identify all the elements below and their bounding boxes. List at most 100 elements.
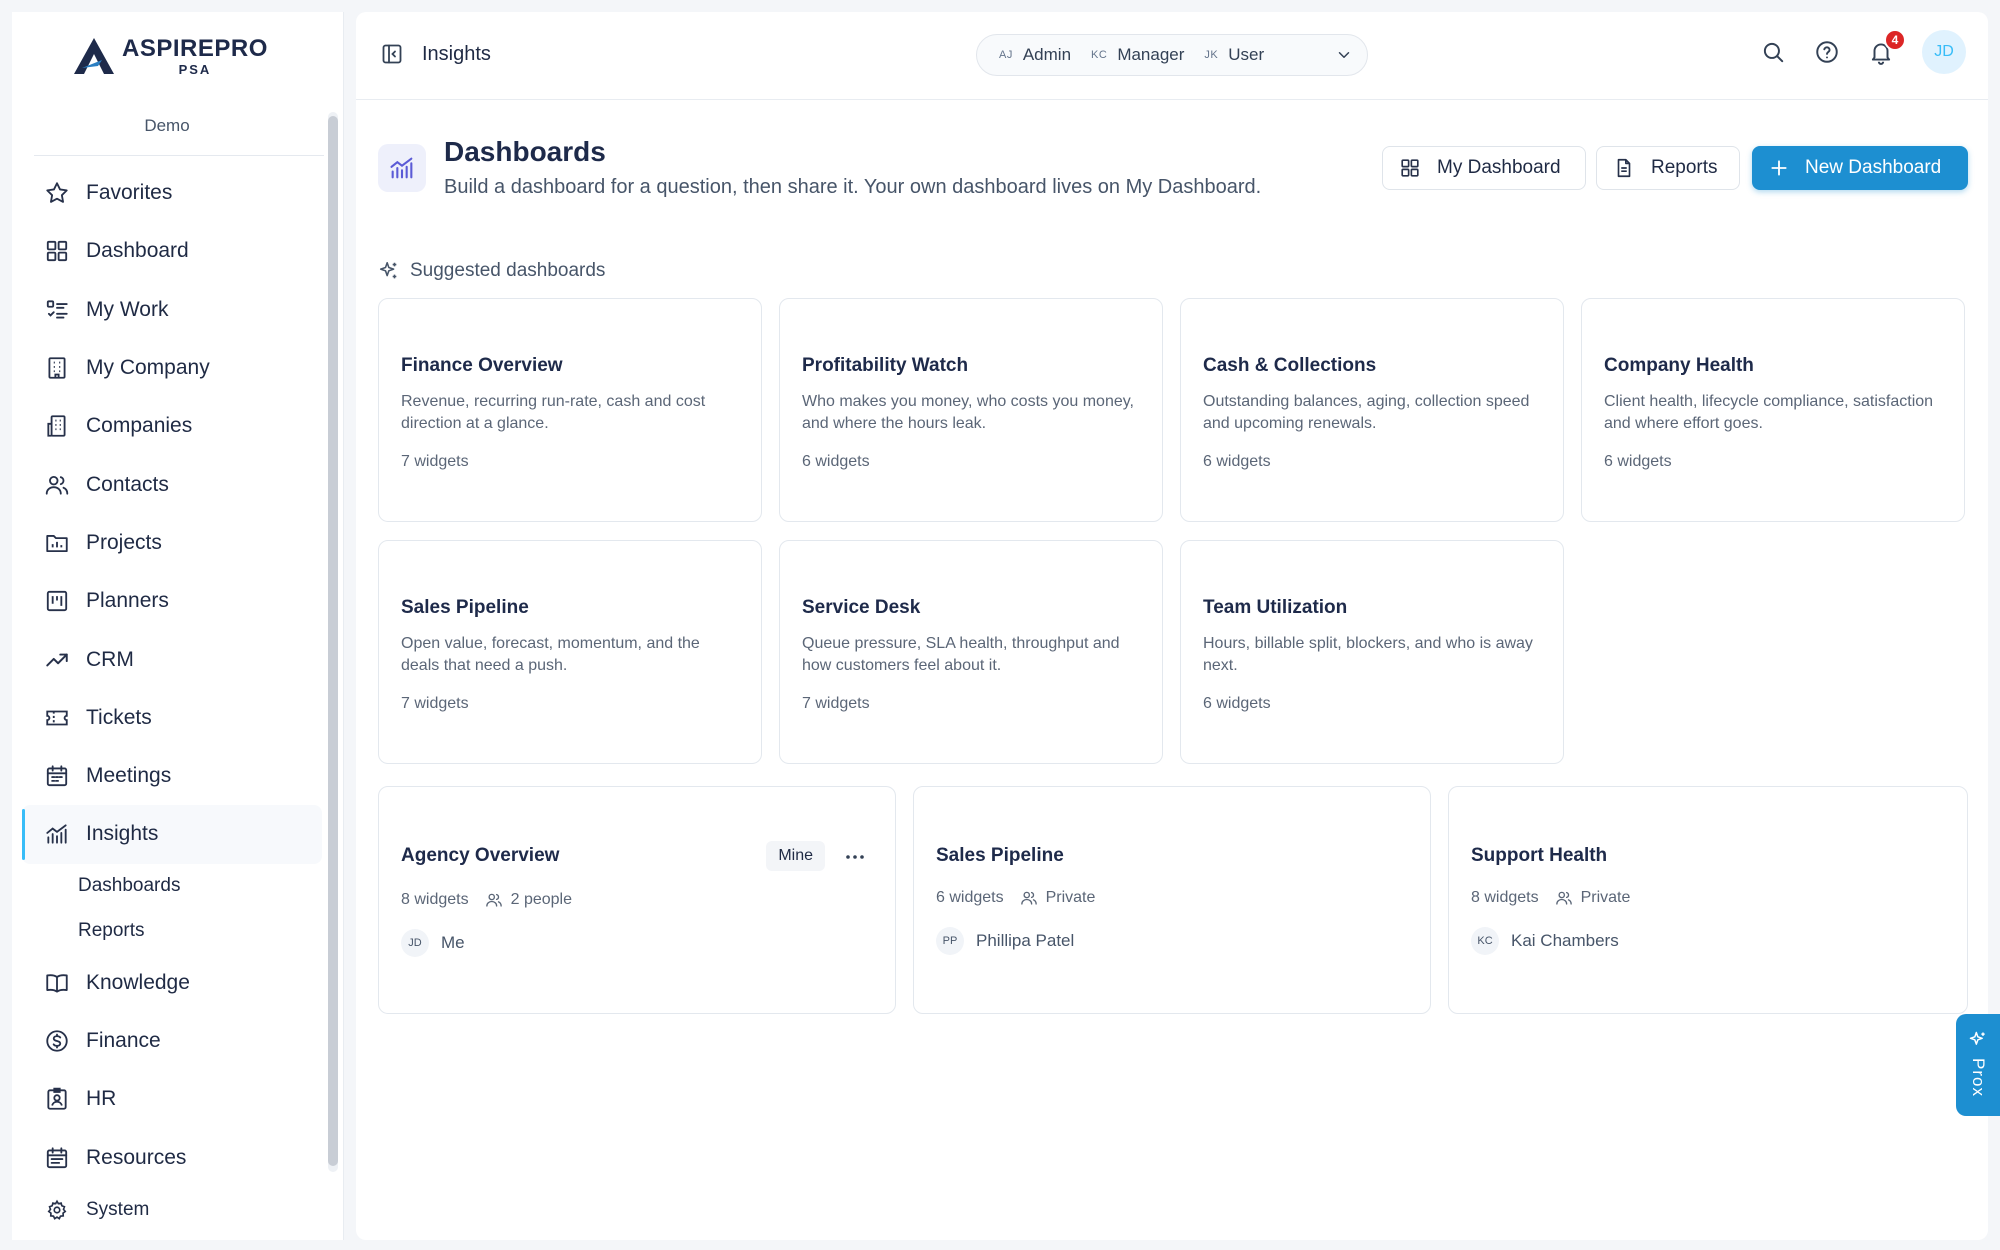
card-widget-count: 6 widgets — [1203, 695, 1271, 712]
sidebar-item-dashboard[interactable]: Dashboard — [22, 222, 322, 280]
card-widget-count: 6 widgets — [1604, 453, 1672, 470]
calendar-list-icon — [46, 1146, 68, 1168]
star-icon — [46, 182, 68, 203]
sidebar-item-tickets[interactable]: Tickets — [22, 689, 322, 747]
bar-chart-icon — [390, 157, 413, 179]
gear-icon — [47, 1199, 67, 1220]
role-user[interactable]: JK User — [1204, 45, 1264, 65]
document-icon — [1617, 158, 1631, 178]
card-description: Outstanding balances, aging, collection … — [1203, 393, 1530, 432]
trend-up-icon — [46, 653, 68, 666]
owner-name: Me — [441, 933, 465, 952]
role-switcher[interactable]: AJ Admin KC Manager JK User — [976, 34, 1368, 76]
page-title: Dashboards — [444, 136, 606, 167]
sidebar-item-companies[interactable]: Companies — [22, 397, 322, 455]
sidebar-subitem-reports[interactable]: Reports — [78, 909, 322, 954]
sidebar-item-label: Knowledge — [86, 970, 190, 994]
card-widget-count: 7 widgets — [401, 453, 469, 470]
plus-icon — [1771, 160, 1787, 176]
sidebar-item-resources[interactable]: Resources — [22, 1128, 322, 1186]
suggested-card-company-health[interactable]: Company Health Client health, lifecycle … — [1581, 298, 1965, 522]
card-description: Hours, billable split, blockers, and who… — [1203, 635, 1533, 674]
sidebar-toggle-icon[interactable] — [380, 42, 404, 66]
dashboard-title: Support Health — [1471, 845, 1608, 866]
sidebar-item-contacts[interactable]: Contacts — [22, 455, 322, 513]
help-icon[interactable] — [1814, 39, 1840, 65]
sidebar-item-label: My Company — [86, 356, 210, 380]
role-manager[interactable]: KC Manager — [1091, 45, 1184, 65]
book-icon — [46, 973, 68, 993]
card-widget-count: 6 widgets — [802, 453, 870, 470]
owner-name: Phillipa Patel — [976, 931, 1075, 950]
sidebar-item-hr[interactable]: HR — [22, 1070, 322, 1128]
suggested-card-profitability-watch[interactable]: Profitability Watch Who makes you money,… — [779, 298, 1163, 522]
sidebar-item-label: Planners — [86, 589, 169, 613]
dashboard-title: Agency Overview — [401, 845, 560, 866]
suggested-card-cash-collections[interactable]: Cash & Collections Outstanding balances,… — [1180, 298, 1564, 522]
prox-label: Prox — [1969, 1058, 1988, 1097]
button-label: New Dashboard — [1805, 157, 1942, 178]
sidebar-item-label: Insights — [86, 822, 159, 846]
sidebar-item-knowledge[interactable]: Knowledge — [22, 954, 322, 1012]
suggested-card-finance-overview[interactable]: Finance Overview Revenue, recurring run-… — [378, 298, 762, 522]
sidebar-item-favorites[interactable]: Favorites — [22, 164, 322, 222]
sidebar-item-finance[interactable]: Finance — [22, 1012, 322, 1070]
user-avatar[interactable]: JD — [1922, 30, 1966, 74]
calendar-icon — [46, 765, 68, 787]
card-title: Team Utilization — [1203, 597, 1348, 618]
page-icon — [378, 144, 426, 192]
role-label: Admin — [1022, 45, 1072, 64]
brand-logo[interactable]: ASPIREPRO PSA — [72, 36, 268, 76]
card-widget-count: 6 widgets — [1203, 453, 1271, 470]
reports-button[interactable]: Reports — [1596, 146, 1740, 190]
card-description: Who makes you money, who costs you money… — [802, 393, 1134, 432]
grid-icon — [46, 241, 68, 262]
dashboard-card-support-health[interactable]: Support Health 8 widgets Private KC Kai … — [1448, 786, 1968, 1014]
card-title: Company Health — [1604, 355, 1754, 376]
dashboard-card-agency-overview[interactable]: Agency Overview Mine 8 widgets 2 people … — [378, 786, 896, 1014]
sidebar-scrollbar[interactable] — [328, 112, 338, 1172]
dashboard-meta: 6 widgets Private — [936, 889, 1095, 907]
role-initials: AJ — [999, 49, 1013, 61]
users-icon — [45, 475, 69, 495]
users-icon — [485, 893, 502, 907]
workspace-name[interactable]: Demo — [12, 116, 322, 136]
search-icon[interactable] — [1760, 39, 1786, 65]
sidebar-item-meetings[interactable]: Meetings — [22, 747, 322, 805]
owner-avatar: PP — [936, 927, 964, 955]
card-title: Service Desk — [802, 597, 921, 618]
ticket-icon — [46, 710, 68, 726]
role-label: Manager — [1117, 45, 1185, 64]
dashboard-sharing: Private — [1580, 889, 1631, 906]
role-admin[interactable]: AJ Admin — [999, 45, 1071, 65]
notifications-button[interactable]: 4 — [1868, 29, 1906, 65]
prox-assistant-tab[interactable]: Prox — [1956, 1014, 2000, 1116]
card-title: Cash & Collections — [1203, 355, 1377, 376]
brand-name: ASPIREPRO — [122, 34, 268, 62]
dashboard-widget-count: 8 widgets — [401, 891, 469, 908]
sidebar-item-system[interactable]: System — [22, 1187, 322, 1233]
dashboard-title: Sales Pipeline — [936, 845, 1064, 866]
sidebar-item-my-company[interactable]: My Company — [22, 339, 322, 397]
suggested-card-team-utilization[interactable]: Team Utilization Hours, billable split, … — [1180, 540, 1564, 764]
sidebar-item-my-work[interactable]: My Work — [22, 281, 322, 339]
more-options-icon[interactable] — [843, 845, 867, 869]
my-dashboard-button[interactable]: My Dashboard — [1382, 146, 1586, 190]
sidebar-scrollbar-thumb[interactable] — [328, 116, 338, 1166]
sidebar-item-projects[interactable]: Projects — [22, 514, 322, 572]
chevron-down-icon[interactable] — [1335, 46, 1353, 64]
suggested-card-service-desk[interactable]: Service Desk Queue pressure, SLA health,… — [779, 540, 1163, 764]
suggested-card-sales-pipeline[interactable]: Sales Pipeline Open value, forecast, mom… — [378, 540, 762, 764]
sidebar-item-insights[interactable]: Insights — [22, 805, 322, 864]
sidebar-item-label: Meetings — [86, 764, 172, 788]
sidebar-item-crm[interactable]: CRM — [22, 630, 322, 688]
checklist-icon — [46, 300, 68, 319]
sidebar-item-planners[interactable]: Planners — [22, 572, 322, 630]
grid-icon — [1401, 159, 1419, 177]
new-dashboard-button[interactable]: New Dashboard — [1752, 146, 1968, 190]
dashboard-owner: JD Me — [401, 929, 465, 957]
users-icon — [1555, 891, 1572, 905]
dashboard-card-sales-pipeline[interactable]: Sales Pipeline 6 widgets Private PP Phil… — [913, 786, 1431, 1014]
sidebar-subitem-dashboards[interactable]: Dashboards — [78, 864, 322, 909]
dashboard-widget-count: 6 widgets — [936, 889, 1004, 906]
